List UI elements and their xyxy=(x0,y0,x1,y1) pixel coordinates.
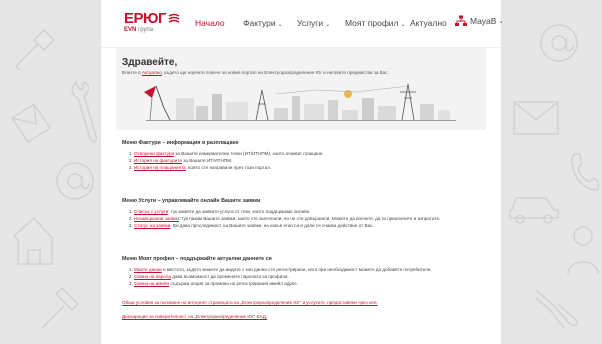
list-item-text: : тук пазим Вашите заявки, които сте зап… xyxy=(178,216,441,221)
sitemap-icon xyxy=(455,15,467,26)
my-data-link[interactable]: Моите данни xyxy=(134,267,162,272)
payment-history-link[interactable]: История на плащанията xyxy=(134,165,186,170)
list-item: Отворени фактури за Вашите измервателни … xyxy=(134,150,324,157)
city-skyline-illustration xyxy=(144,83,456,121)
list-item: Статус на заявки: Ви дава проследимост н… xyxy=(134,222,440,229)
chevron-down-icon: ⌄ xyxy=(498,18,504,25)
nav-news-label: Актуално xyxy=(410,18,447,28)
user-name: MayaB xyxy=(470,16,497,26)
invoices-section: Меню Фактури – информация и разплащане О… xyxy=(122,140,324,171)
pliers-icon xyxy=(535,289,579,329)
nav-services-label: Услуги xyxy=(297,18,324,28)
portal-page: ЕРЮГ EVN група Начало Фактури ⌄ Услуги ⌄ М… xyxy=(101,0,504,344)
list-item: Смяна на имейл съдържа опция за промяна … xyxy=(134,280,432,287)
welcome-title: Здравейте, xyxy=(122,57,178,68)
logo-group: група xyxy=(138,27,154,33)
welcome-panel: Здравейте, Влезте в Актуално, където ще … xyxy=(116,48,486,130)
profile-list: Моите данни е мястото, където можете да … xyxy=(122,266,432,287)
services-list: Списък с услуги: тук можете да заявите у… xyxy=(122,208,440,229)
invoices-title: Меню Фактури – информация и разплащане xyxy=(122,140,239,146)
change-password-link[interactable]: Смяна на парола xyxy=(134,274,171,279)
envelope-icon-right xyxy=(513,101,559,135)
chevron-down-icon: ⌄ xyxy=(325,22,331,28)
nav-profile[interactable]: Моят профил ⌄ xyxy=(345,18,406,28)
user-menu[interactable]: MayaB ⌄ xyxy=(455,15,504,27)
request-status-link[interactable]: Статус на заявки xyxy=(134,223,170,228)
nav-news[interactable]: Актуално xyxy=(410,18,447,28)
profile-title: Меню Моят профил – поддържайте актуални … xyxy=(122,256,272,262)
nav-profile-label: Моят профил xyxy=(345,18,399,28)
services-list-link[interactable]: Списък с услуги xyxy=(134,209,168,214)
house-icon xyxy=(12,216,53,265)
at-sign-icon xyxy=(56,162,94,200)
welcome-text: Влезте в Актуално, където ще научите пов… xyxy=(122,70,389,75)
list-item: Незавършени заявки: тук пазим Вашите зая… xyxy=(134,215,440,222)
list-item-text: съдържа опция за промяна на регистрирани… xyxy=(169,281,299,286)
list-item: История на плащанията, които сте направи… xyxy=(134,164,324,171)
unfinished-requests-link[interactable]: Незавършени заявки xyxy=(134,216,179,221)
open-invoices-link[interactable]: Отворени фактури xyxy=(134,151,174,156)
list-item-text: : Ви дава проследимост на Вашите заявки,… xyxy=(170,223,374,228)
list-item: Списък с услуги: тук можете да заявите у… xyxy=(134,208,440,215)
invoices-list: Отворени фактури за Вашите измервателни … xyxy=(122,150,324,171)
chevron-down-icon: ⌄ xyxy=(400,22,406,28)
main-content: Здравейте, Влезте в Актуално, където ще … xyxy=(116,48,486,319)
services-section: Меню Услуги – управлявайте онлайн Вашите… xyxy=(122,198,440,229)
nav-home-label: Начало xyxy=(195,18,225,28)
at-sign-icon-right xyxy=(540,24,578,62)
user-icon xyxy=(567,226,599,275)
list-item-text: за Вашите ИТ/ИТНПМ. xyxy=(181,158,233,163)
list-item: История на фактурите за Вашите ИТ/ИТНПМ. xyxy=(134,157,324,164)
profile-section: Меню Моят профил – поддържайте актуални … xyxy=(122,256,432,287)
list-item-text: : тук можете да заявите услуга от тези, … xyxy=(168,209,311,214)
top-navigation-bar: ЕРЮГ EVN група Начало Фактури ⌄ Услуги ⌄ М… xyxy=(101,0,504,48)
terms-of-use-link[interactable]: Общи условия за ползване на интернет стр… xyxy=(122,300,378,305)
list-item: Моите данни е мястото, където можете да … xyxy=(134,266,432,273)
list-item: Смяна на парола дава възможност да проме… xyxy=(134,273,432,280)
car-icon xyxy=(509,197,559,224)
invoice-history-link[interactable]: История на фактурите xyxy=(134,158,182,163)
logo-wordmark: ЕРЮГ xyxy=(124,10,166,27)
wrench-icon xyxy=(71,80,98,143)
welcome-text-after: , където ще научите повече за новия порт… xyxy=(161,70,389,75)
nav-invoices[interactable]: Фактури ⌄ xyxy=(243,18,283,28)
phone-icon xyxy=(571,153,599,191)
list-item-text: за Вашите измервателни точки (ИТ/ИТНПМ),… xyxy=(174,151,324,156)
change-email-link[interactable]: Смяна на имейл xyxy=(134,281,169,286)
logo-waves-icon xyxy=(168,13,180,23)
nav-invoices-label: Фактури xyxy=(243,18,276,28)
logo-brand: EVN xyxy=(124,27,137,33)
nav-home[interactable]: Начало xyxy=(195,18,225,28)
screwdriver-icon xyxy=(15,28,56,71)
welcome-text-before: Влезте в xyxy=(122,70,142,75)
list-item-text: дава възможност да промените паролата за… xyxy=(171,274,289,279)
privacy-declaration-link[interactable]: Декларация за поверителност на „Електрор… xyxy=(122,314,267,319)
chevron-down-icon: ⌄ xyxy=(277,22,283,28)
news-link[interactable]: Актуално xyxy=(142,70,162,75)
hammer-icon xyxy=(41,286,80,329)
list-item-text: , които сте направили през този портал. xyxy=(185,165,272,170)
list-item-text: е мястото, където можете да видите с кои… xyxy=(161,267,432,272)
envelope-icon xyxy=(10,102,52,144)
evn-logo[interactable]: ЕРЮГ EVN група xyxy=(124,11,180,33)
nav-services[interactable]: Услуги ⌄ xyxy=(297,18,330,28)
services-title: Меню Услуги – управлявайте онлайн Вашите… xyxy=(122,198,261,204)
